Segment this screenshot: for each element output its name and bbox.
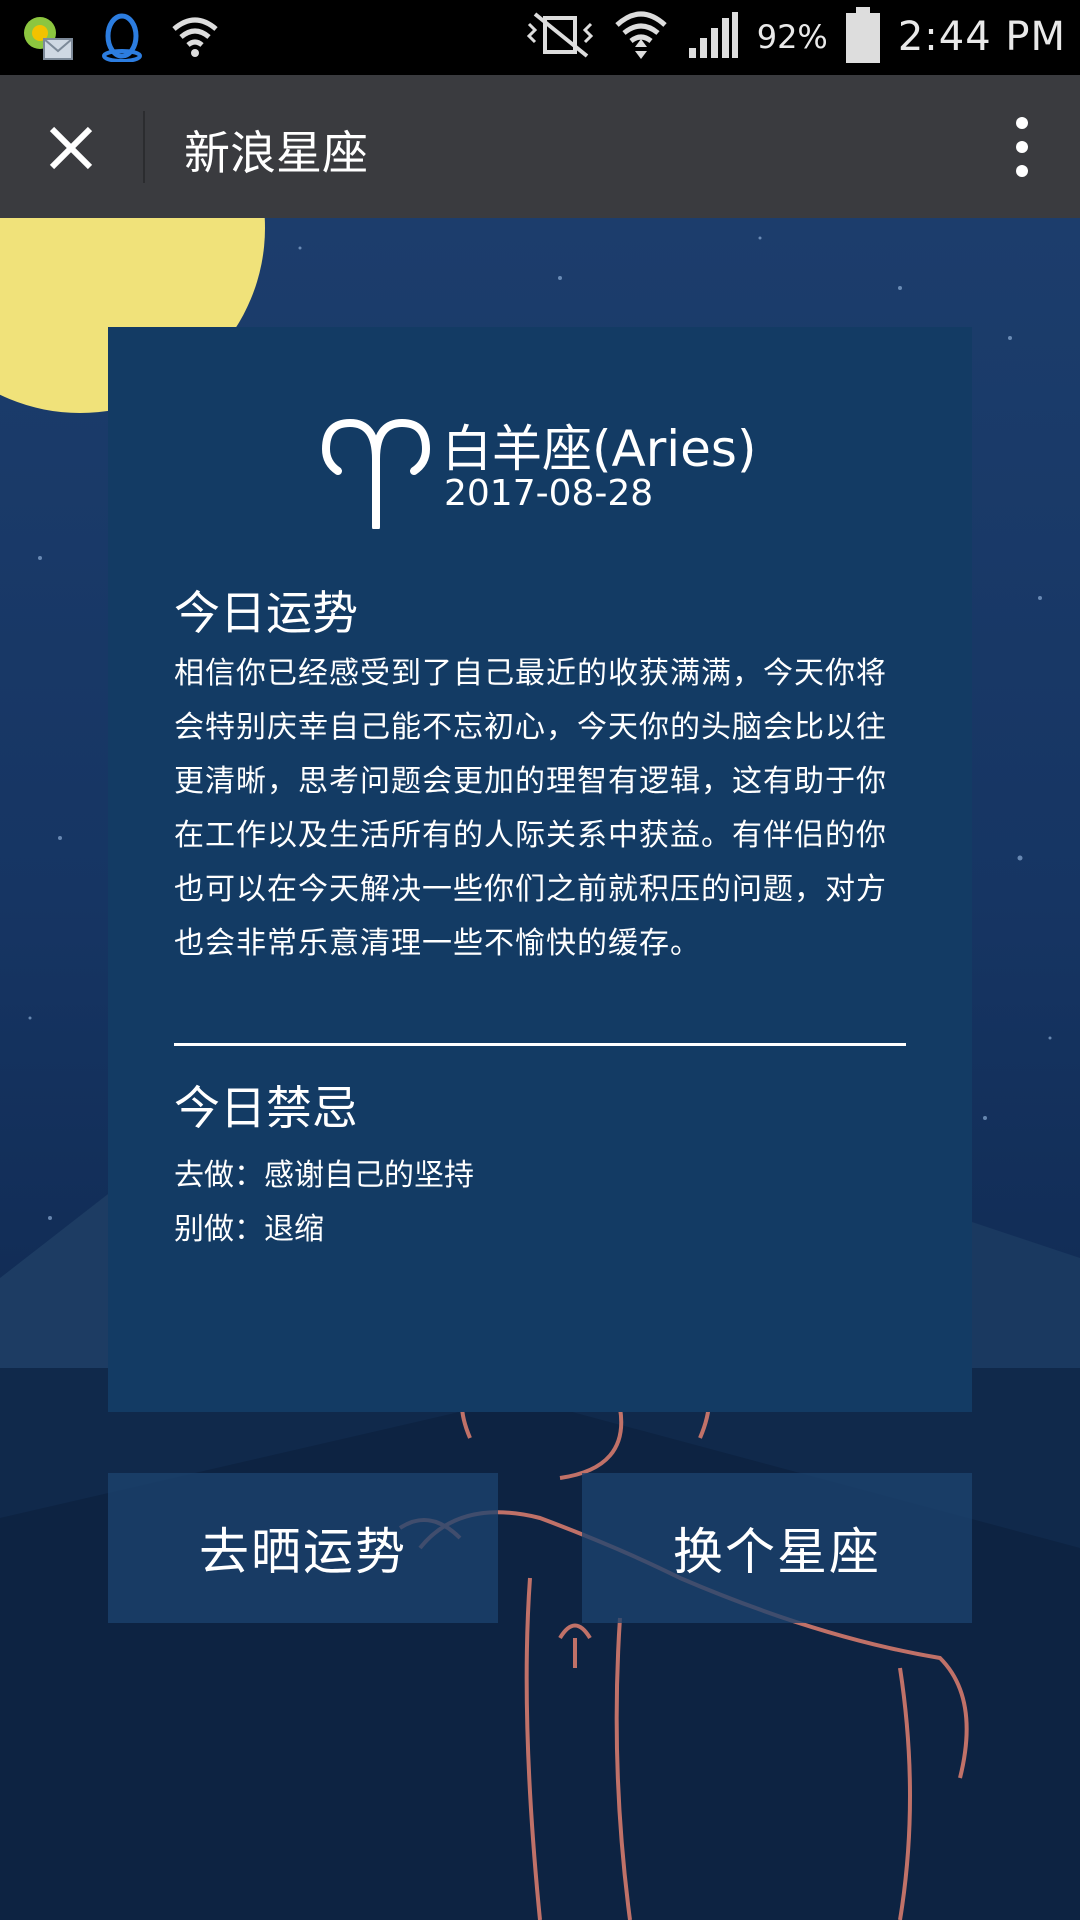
share-fortune-button[interactable]: 去晒运势 [108, 1473, 498, 1623]
more-menu-button[interactable] [994, 111, 1050, 183]
horoscope-card: 白羊座(Aries) 2017-08-28 今日运势 相信你已经感受到了自己最近… [108, 327, 972, 1412]
app-bar-divider [143, 111, 145, 183]
battery-percent: 92% [756, 18, 828, 56]
aries-icon [321, 419, 431, 529]
message-notification-icon [22, 13, 74, 65]
sign-name: 白羊座(Aries) [442, 420, 757, 478]
close-icon [49, 126, 93, 170]
page-title: 新浪星座 [184, 126, 368, 180]
vibrate-silent-icon [525, 12, 595, 62]
sign-date: 2017-08-28 [444, 473, 654, 514]
signal-icon [687, 10, 739, 64]
taboo-do-text: 去做：感谢自己的坚持 [174, 1158, 474, 1193]
taboo-dont-text: 别做：退缩 [174, 1212, 324, 1247]
more-vertical-icon [1016, 117, 1028, 177]
wifi-icon [613, 9, 669, 65]
section-divider [174, 1043, 906, 1046]
status-time: 2:44 PM [897, 14, 1066, 60]
change-sign-button[interactable]: 换个星座 [582, 1473, 972, 1623]
close-button[interactable] [38, 115, 104, 181]
fortune-title: 今日运势 [174, 586, 358, 640]
qq-icon [100, 12, 144, 66]
fortune-text: 相信你已经感受到了自己最近的收获满满，今天你将会特别庆幸自己能不忘初心，今天你的… [174, 656, 887, 961]
sign-header: 白羊座(Aries) 2017-08-28 [108, 409, 972, 529]
battery-icon [845, 7, 880, 67]
app-bar: 新浪星座 [0, 75, 1080, 218]
wifi-question-icon [170, 15, 220, 63]
taboo-title: 今日禁忌 [174, 1081, 358, 1135]
status-bar: 92% 2:44 PM [0, 0, 1080, 75]
